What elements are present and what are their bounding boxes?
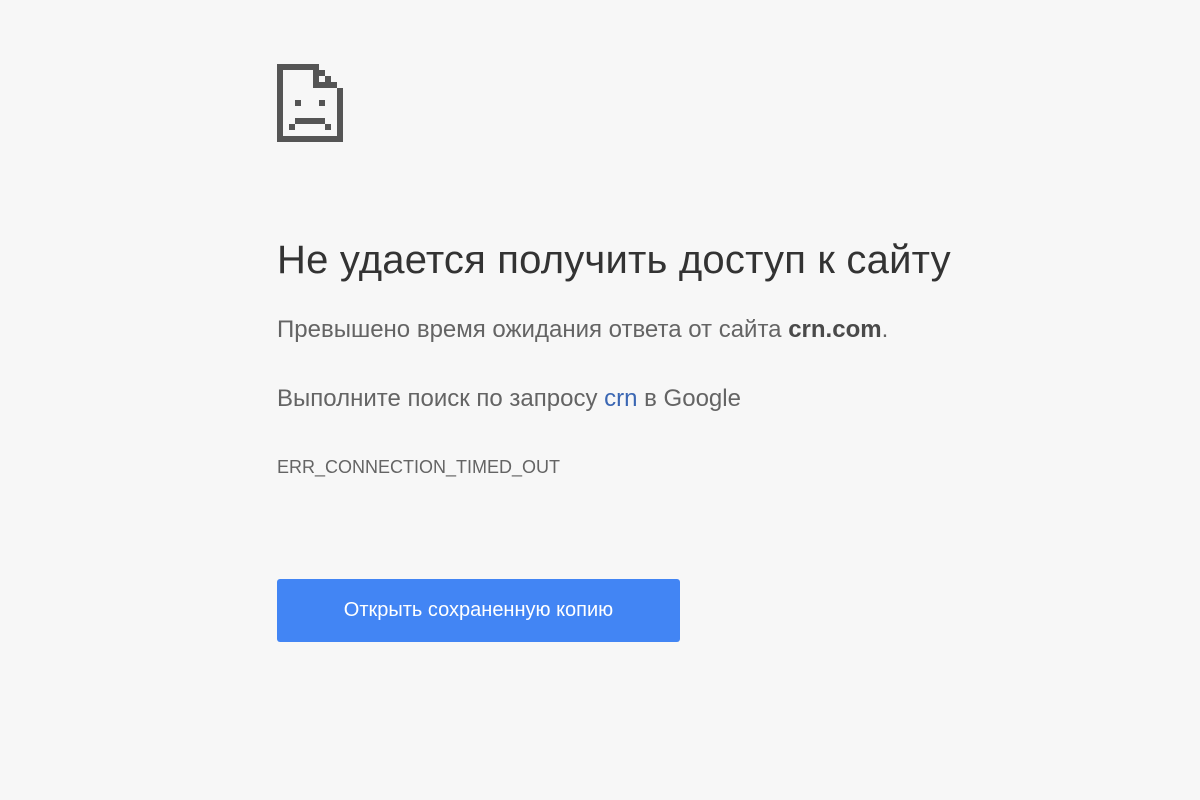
- search-suggestion: Выполните поиск по запросу crn в Google: [277, 383, 1137, 415]
- suggestion-suffix: в Google: [637, 385, 741, 412]
- error-content: Не удается получить доступ к сайту Превы…: [277, 64, 1137, 479]
- search-query-link[interactable]: crn: [604, 385, 637, 412]
- summary-prefix: Превышено время ожидания ответа от сайта: [277, 316, 789, 343]
- page-title: Не удается получить доступ к сайту: [277, 238, 951, 282]
- sad-page-icon: [277, 64, 343, 142]
- open-cached-copy-button[interactable]: Открыть сохраненную копию: [277, 579, 680, 642]
- error-code: ERR_CONNECTION_TIMED_OUT: [277, 457, 561, 477]
- error-summary: Превышено время ожидания ответа от сайта…: [277, 314, 1137, 346]
- suggestion-prefix: Выполните поиск по запросу: [277, 385, 605, 412]
- error-page: Не удается получить доступ к сайту Превы…: [0, 0, 1200, 800]
- host-name: crn.com: [788, 316, 882, 343]
- summary-suffix: .: [881, 316, 889, 343]
